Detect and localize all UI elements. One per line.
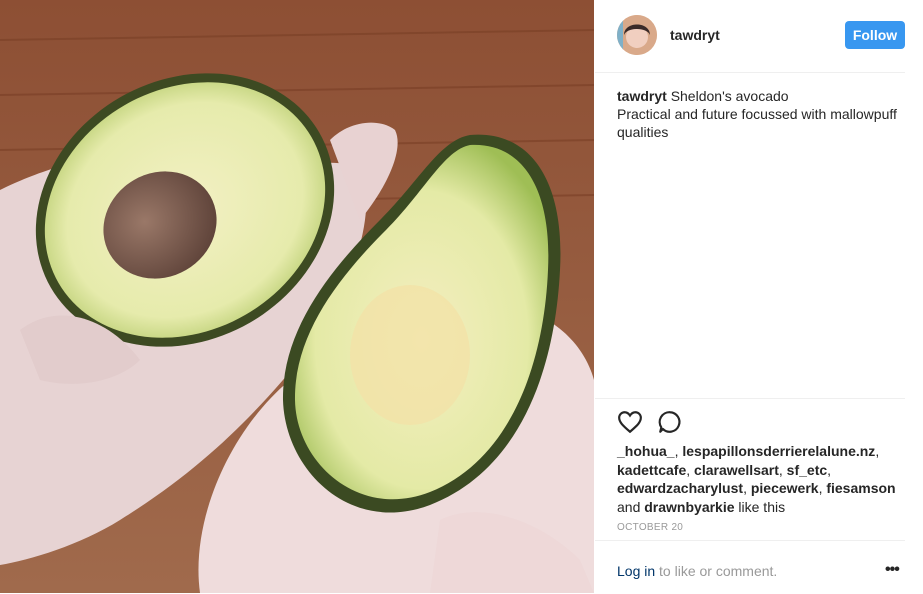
- caption-username[interactable]: tawdryt: [617, 88, 667, 104]
- like-user[interactable]: fiesamson: [826, 480, 895, 496]
- like-user[interactable]: edwardzacharylust: [617, 480, 743, 496]
- likes-and: and: [617, 498, 641, 515]
- post-actions: [595, 398, 905, 434]
- login-link[interactable]: Log in: [617, 563, 655, 579]
- caption-line2: Practical and future focussed with mallo…: [617, 106, 897, 140]
- caption-line1: Sheldon's avocado: [670, 88, 789, 104]
- avatar-image: [617, 15, 657, 55]
- post-header: tawdryt Follow: [595, 0, 905, 73]
- avatar[interactable]: [617, 15, 657, 55]
- likes-suffix: like this: [738, 498, 786, 515]
- like-user[interactable]: _hohua_: [617, 443, 675, 459]
- like-user[interactable]: kadettcafe: [617, 462, 686, 478]
- post-caption: tawdryt Sheldon's avocado Practical and …: [617, 87, 907, 141]
- like-user[interactable]: clarawellsart: [694, 462, 779, 478]
- login-prompt: Log in to like or comment.: [617, 563, 777, 579]
- more-options-icon[interactable]: •••: [885, 561, 900, 579]
- likes-list: _hohua_, lespapillonsderrierelalune.nz, …: [617, 443, 896, 515]
- post-date[interactable]: OCTOBER 20: [617, 522, 683, 533]
- post-footer: Log in to like or comment. •••: [595, 540, 905, 594]
- follow-button[interactable]: Follow: [845, 21, 905, 49]
- avocado-photo: [0, 0, 594, 593]
- post-photo[interactable]: [0, 0, 594, 593]
- like-user[interactable]: sf_etc: [787, 462, 827, 478]
- comment-icon[interactable]: [657, 409, 683, 435]
- like-user[interactable]: lespapillonsderrierelalune.nz: [682, 443, 875, 459]
- like-user[interactable]: drawnbyarkie: [644, 499, 734, 515]
- login-rest: to like or comment.: [659, 563, 778, 579]
- post-sidebar: tawdryt Follow tawdryt Sheldon's avocado…: [595, 0, 923, 593]
- heart-icon[interactable]: [617, 409, 643, 435]
- post-username[interactable]: tawdryt: [670, 27, 720, 43]
- like-user[interactable]: piecewerk: [751, 480, 819, 496]
